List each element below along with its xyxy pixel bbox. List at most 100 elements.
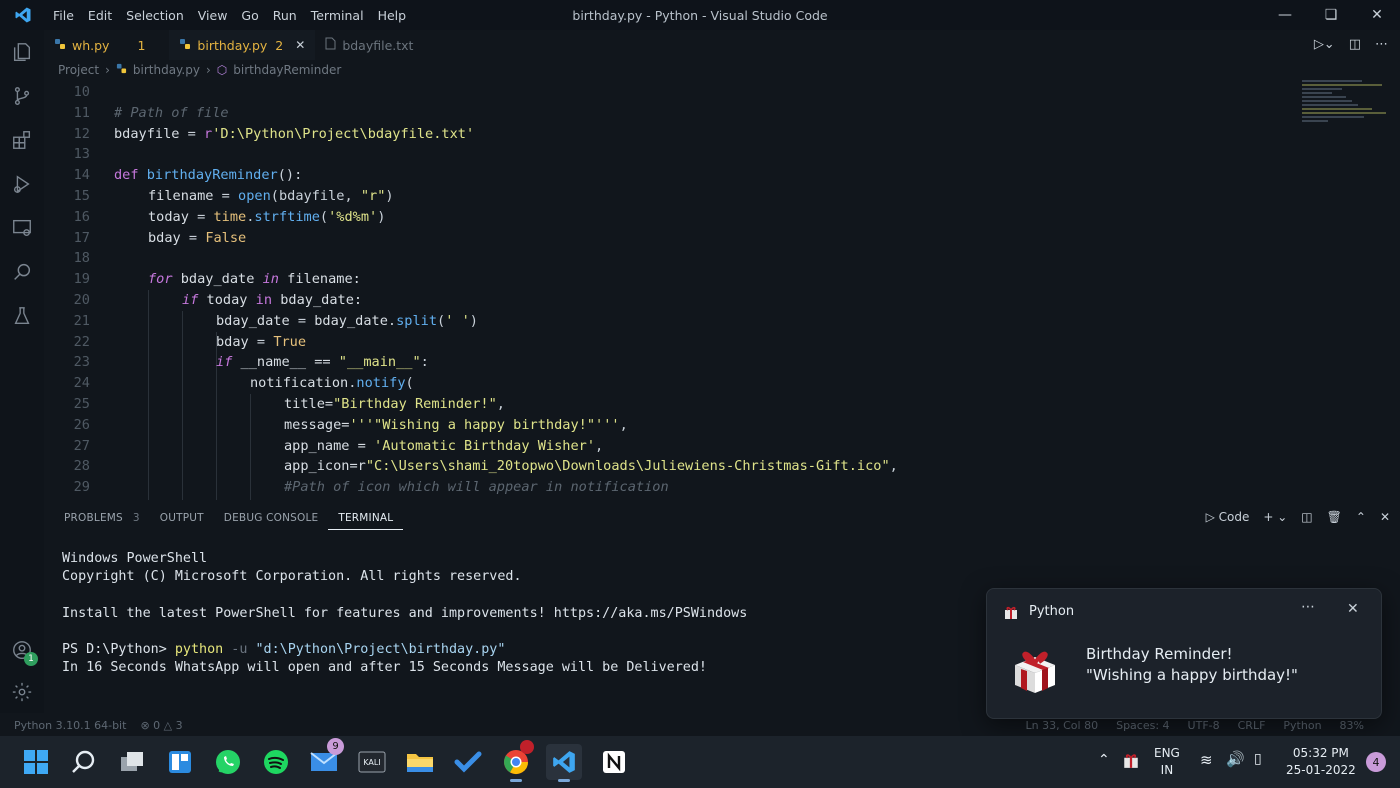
code-token: ():: [277, 167, 303, 184]
toast-message: "Wishing a happy birthday!": [1086, 666, 1298, 684]
python-file-icon: [54, 38, 66, 53]
mail-icon[interactable]: 9: [306, 738, 344, 780]
minimap[interactable]: [1302, 80, 1392, 140]
settings-gear-icon[interactable]: [0, 672, 44, 712]
code-token: bday: [216, 333, 249, 350]
code-line: 22 bday = True: [44, 332, 1400, 353]
tab-output[interactable]: OUTPUT: [150, 506, 214, 530]
task-view-icon[interactable]: [114, 744, 150, 780]
breadcrumb-file[interactable]: birthday.py: [133, 63, 200, 77]
tab-output-label: OUTPUT: [159, 512, 204, 524]
code-token: bday_date: [314, 312, 388, 329]
menu-terminal[interactable]: Terminal: [304, 8, 371, 23]
search-icon[interactable]: [66, 744, 102, 780]
gift-tray-icon[interactable]: [1122, 751, 1140, 773]
line-number: 20: [73, 291, 90, 308]
menu-run[interactable]: Run: [266, 8, 304, 23]
code-token: (bdayfile,: [270, 187, 361, 204]
line-ending[interactable]: CRLF: [1238, 719, 1266, 732]
tab-debug-console[interactable]: DEBUG CONSOLE: [214, 506, 329, 530]
whatsapp-icon[interactable]: [210, 744, 246, 780]
menu-selection[interactable]: Selection: [119, 8, 191, 23]
search-icon[interactable]: [0, 250, 44, 294]
toast-app-name: Python: [1029, 604, 1075, 619]
clock[interactable]: 05:32 PM 25-01-2022: [1286, 745, 1356, 779]
tab-bdayfile-txt[interactable]: bdayfile.txt: [315, 30, 423, 60]
extensions-icon[interactable]: [0, 118, 44, 162]
terminal-prompt: PS D:\Python>: [62, 641, 175, 657]
chrome-profile-badge: [520, 740, 534, 754]
trash-icon[interactable]: 🗑: [1327, 510, 1342, 524]
remote-explorer-icon[interactable]: [0, 206, 44, 250]
close-icon[interactable]: ✕: [1347, 601, 1359, 617]
notification-center-badge[interactable]: 4: [1366, 752, 1386, 772]
code-line: 25 title="Birthday Reminder!",: [44, 394, 1400, 415]
testing-flask-icon[interactable]: [0, 294, 44, 338]
error-icon: ⊗: [140, 718, 150, 732]
tab-problems[interactable]: PROBLEMS 3: [54, 506, 150, 530]
line-number: 13: [73, 146, 90, 163]
code-token: notification: [250, 375, 349, 392]
source-control-icon[interactable]: [0, 74, 44, 118]
language-mode[interactable]: Python: [1283, 719, 1321, 732]
todo-check-icon[interactable]: [450, 744, 486, 780]
terminal-shell-selector[interactable]: ▷ Code: [1206, 510, 1250, 524]
menu-help[interactable]: Help: [371, 8, 414, 23]
widgets-icon[interactable]: [162, 744, 198, 780]
accounts-icon[interactable]: 1: [0, 630, 44, 670]
menu-file[interactable]: File: [46, 8, 81, 23]
menu-view[interactable]: View: [191, 8, 235, 23]
zoom-level[interactable]: 83%: [1340, 719, 1364, 732]
code-token: __name__ ==: [232, 354, 339, 371]
tab-terminal[interactable]: TERMINAL: [328, 506, 404, 530]
volume-icon[interactable]: 🔊: [1226, 750, 1245, 768]
restore-icon[interactable]: ❏: [1308, 0, 1354, 30]
new-terminal-icon[interactable]: + ⌄: [1263, 510, 1287, 524]
more-actions-icon[interactable]: ⋯: [1375, 37, 1388, 52]
file-explorer-icon[interactable]: [402, 744, 438, 780]
breadcrumb-project[interactable]: Project: [58, 63, 99, 77]
kali-terminal-icon[interactable]: KALI: [354, 744, 390, 780]
battery-icon[interactable]: ▯: [1254, 751, 1262, 767]
line-number: 12: [73, 125, 90, 142]
run-file-icon[interactable]: ▷⌄: [1314, 37, 1335, 52]
tab-birthday-py[interactable]: birthday.py 2 ✕: [169, 30, 316, 60]
close-window-icon[interactable]: ✕: [1354, 0, 1400, 30]
close-tab-icon[interactable]: ✕: [295, 38, 305, 52]
problems-status[interactable]: ⊗ 0 △ 3: [140, 719, 182, 732]
split-editor-icon[interactable]: ◫: [1349, 37, 1361, 52]
notion-icon[interactable]: [596, 744, 632, 780]
menu-go[interactable]: Go: [234, 8, 265, 23]
encoding[interactable]: UTF-8: [1188, 719, 1220, 732]
code-comment: #Path of icon which will appear in notif…: [284, 479, 669, 496]
terminal-output[interactable]: Windows PowerShell Copyright (C) Microsof…: [62, 550, 962, 677]
cursor-position[interactable]: Ln 33, Col 80: [1026, 719, 1099, 732]
run-debug-icon[interactable]: [0, 162, 44, 206]
code-editor[interactable]: 10 11 # Path of file 12 bdayfile = r'D:\Py…: [44, 82, 1400, 500]
spotify-icon[interactable]: [258, 744, 294, 780]
explorer-icon[interactable]: [0, 30, 44, 74]
maximize-panel-icon[interactable]: ⌃: [1356, 510, 1366, 524]
line-number: 14: [73, 167, 90, 184]
minimize-icon[interactable]: —: [1262, 0, 1308, 30]
breadcrumb-symbol[interactable]: birthdayReminder: [233, 63, 341, 77]
start-windows-icon[interactable]: [18, 744, 54, 780]
code-string: 'Automatic Birthday Wisher': [374, 437, 596, 454]
menu-edit[interactable]: Edit: [81, 8, 119, 23]
more-options-icon[interactable]: ⋯: [1301, 599, 1315, 615]
input-language[interactable]: ENG IN: [1154, 745, 1180, 779]
chevron-up-icon[interactable]: ⌃: [1098, 752, 1110, 768]
chrome-icon[interactable]: [498, 740, 534, 782]
line-number: 17: [73, 229, 90, 246]
code-line: 18: [44, 248, 1400, 269]
close-panel-icon[interactable]: ✕: [1380, 510, 1390, 524]
split-terminal-icon[interactable]: ◫: [1301, 510, 1312, 524]
tab-wh-py[interactable]: wh.py 1: [44, 30, 155, 60]
windows-toast-notification[interactable]: Python ⋯ ✕ Birthday Reminder! "Wishing a…: [986, 588, 1382, 719]
code-token: bday_date: [216, 312, 290, 329]
vscode-taskbar-icon[interactable]: [546, 744, 582, 782]
code-token: =: [179, 125, 205, 142]
python-interpreter[interactable]: Python 3.10.1 64-bit: [14, 719, 126, 732]
indentation[interactable]: Spaces: 4: [1116, 719, 1169, 732]
wifi-icon[interactable]: ≋: [1200, 751, 1213, 769]
